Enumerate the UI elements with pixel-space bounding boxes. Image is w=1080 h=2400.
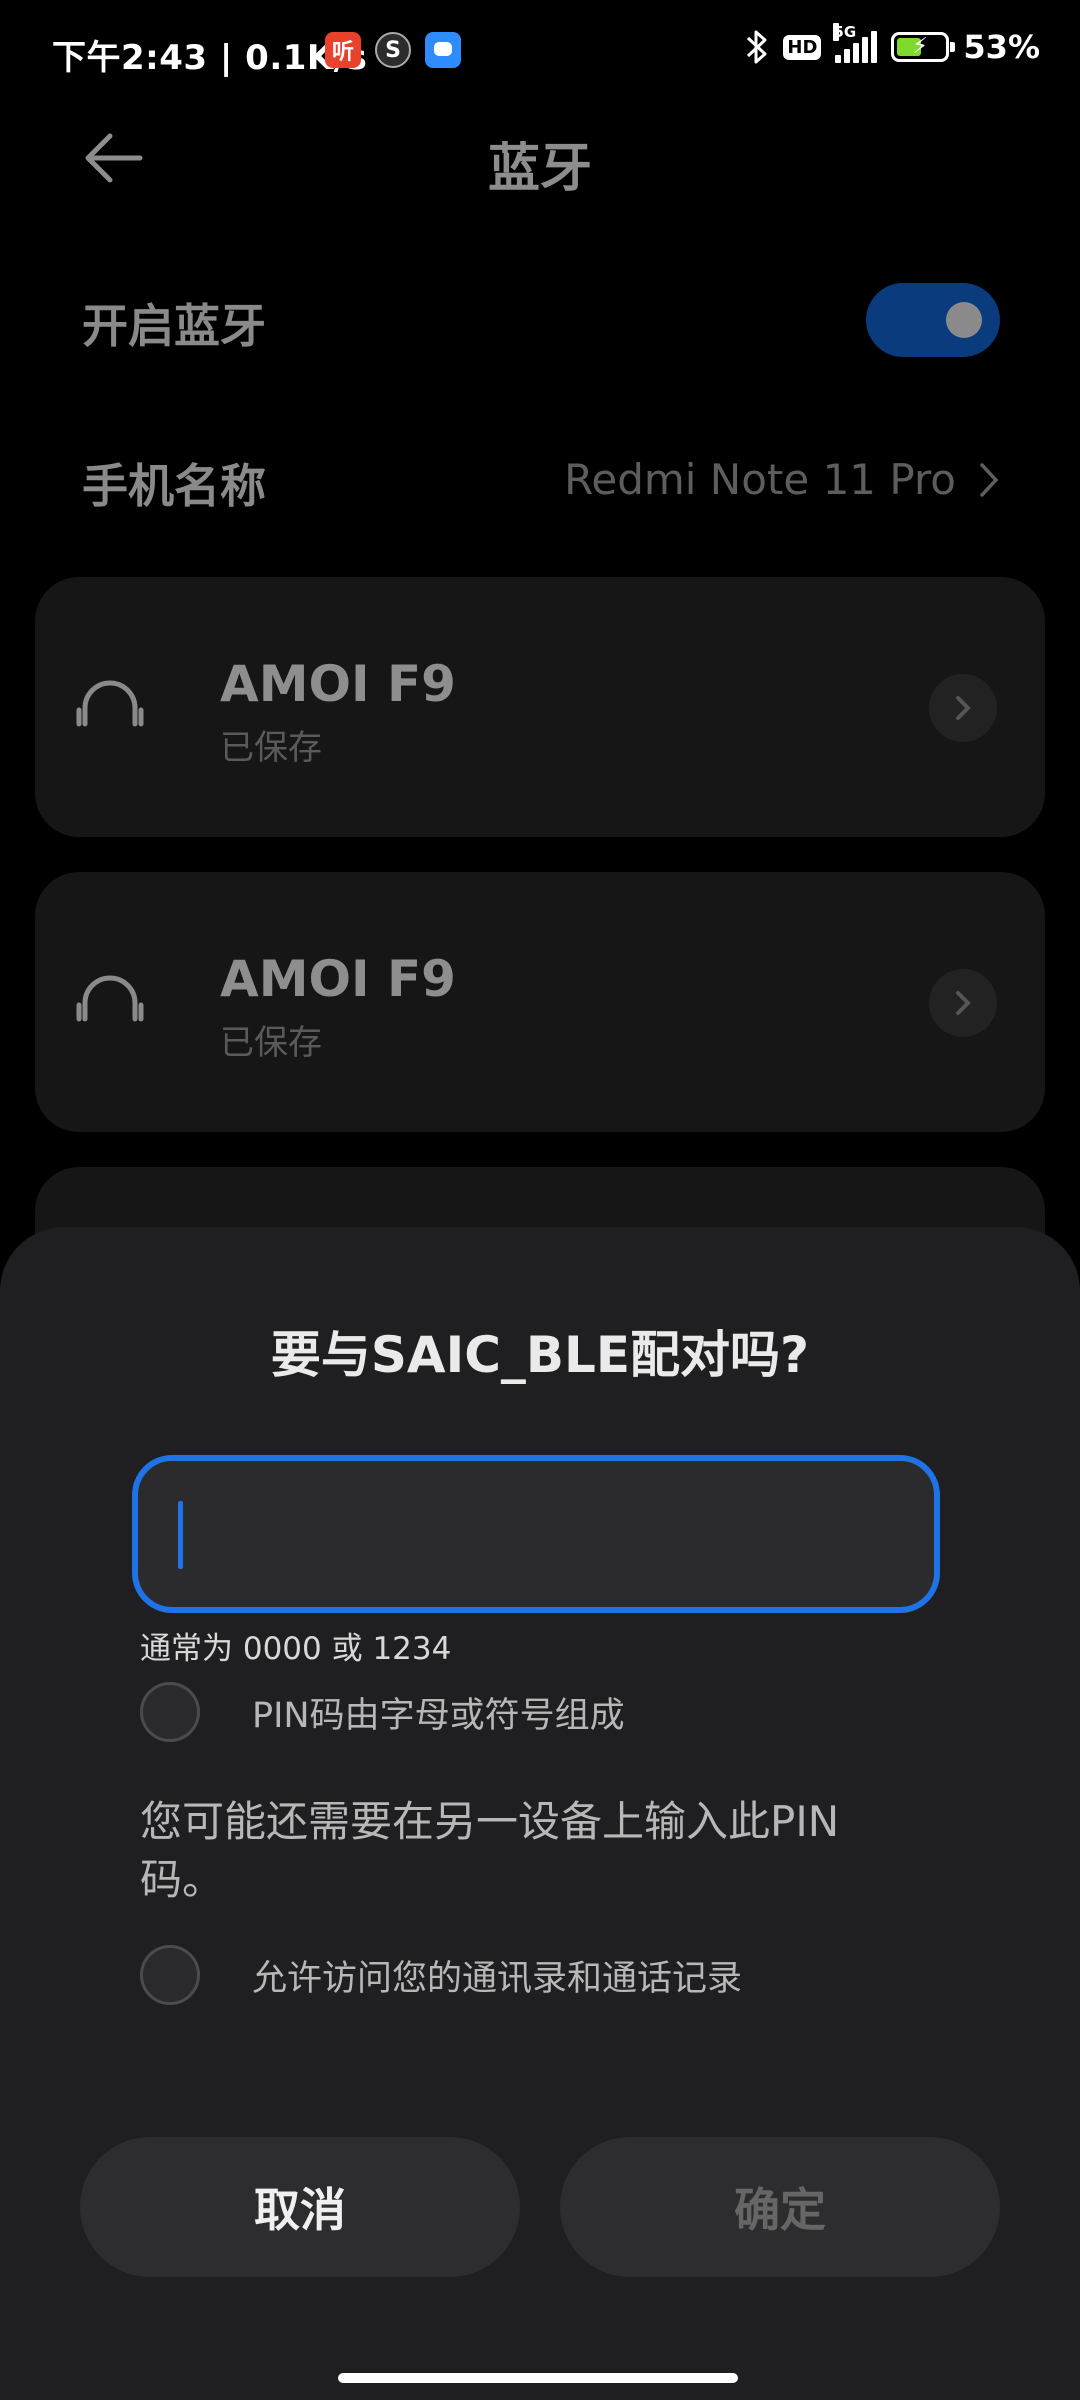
status-right-icons: HD 5G ⚡ 53% [745, 23, 1040, 66]
status-time-speed: 下午2:43 | 0.1K/s [52, 38, 368, 78]
phone-name-value: Redmi Note 11 Pro [564, 455, 956, 504]
chevron-right-icon [956, 696, 971, 720]
device-status: 已保存 [220, 728, 322, 768]
network-type-label: 5G [833, 23, 857, 41]
notification-icons: 听 S [325, 32, 461, 68]
headphones-icon [76, 680, 144, 727]
home-indicator[interactable] [338, 2373, 738, 2383]
bluetooth-icon [747, 30, 767, 64]
battery-icon: ⚡ [891, 32, 956, 62]
status-bar: 下午2:43 | 0.1K/s 听 S HD 5G ⚡ 53% [0, 0, 1080, 105]
message-app-icon [425, 32, 461, 68]
chevron-right-icon [980, 462, 999, 497]
contacts-access-option[interactable]: 允许访问您的通讯录和通话记录 [140, 1945, 742, 2005]
contacts-access-label: 允许访问您的通讯录和通话记录 [252, 1958, 743, 1999]
device-card[interactable]: AMOI F9 已保存 [35, 872, 1045, 1132]
device-detail-button[interactable] [929, 969, 997, 1037]
hd-badge: HD [783, 34, 822, 60]
bluetooth-settings-screen: 下午2:43 | 0.1K/s 听 S HD 5G ⚡ 53% 蓝牙 开启蓝牙 … [0, 0, 1080, 2400]
confirm-button[interactable]: 确定 [560, 2137, 1000, 2277]
alnum-pin-checkbox[interactable] [140, 1682, 200, 1742]
s-app-icon: S [375, 32, 411, 68]
pin-input[interactable] [168, 1481, 902, 1588]
bluetooth-toggle-switch[interactable] [866, 283, 1000, 357]
ting-app-icon: 听 [325, 32, 361, 68]
pin-input-box[interactable] [132, 1455, 940, 1613]
alnum-pin-label: PIN码由字母或符号组成 [252, 1695, 625, 1736]
phone-name-row[interactable]: Redmi Note 11 Pro [564, 455, 1000, 504]
phone-name-label: 手机名称 [82, 459, 266, 513]
bluetooth-toggle-label: 开启蓝牙 [82, 299, 266, 353]
alnum-pin-option[interactable]: PIN码由字母或符号组成 [140, 1682, 625, 1742]
signal-icon: 5G [833, 23, 878, 63]
chevron-right-icon [956, 991, 971, 1015]
pin-hint: 通常为 0000 或 1234 [140, 1631, 452, 1667]
device-name: AMOI F9 [220, 655, 456, 713]
pin-note: 您可能还需要在另一设备上输入此PIN码。 [140, 1797, 840, 1904]
device-name: AMOI F9 [220, 950, 456, 1008]
device-status: 已保存 [220, 1023, 322, 1063]
toggle-knob [946, 302, 982, 338]
battery-percent: 53% [963, 28, 1040, 66]
device-card[interactable]: AMOI F9 已保存 [35, 577, 1045, 837]
headphones-icon [76, 975, 144, 1022]
device-detail-button[interactable] [929, 674, 997, 742]
dialog-title: 要与SAIC_BLE配对吗? [270, 1326, 810, 1384]
pairing-dialog: 要与SAIC_BLE配对吗? 通常为 0000 或 1234 PIN码由字母或符… [0, 1227, 1080, 2400]
contacts-access-checkbox[interactable] [140, 1945, 200, 2005]
page-title: 蓝牙 [487, 139, 592, 199]
cancel-button[interactable]: 取消 [80, 2137, 520, 2277]
